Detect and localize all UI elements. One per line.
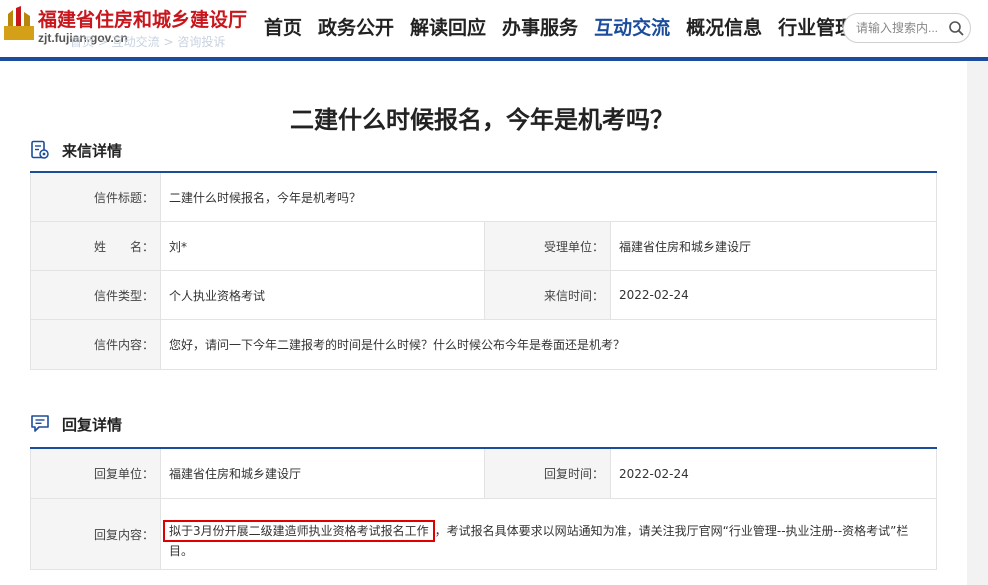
dept-label: 受理单位：	[484, 222, 611, 270]
table-row: 信件类型： 个人执业资格考试 来信时间： 2022-02-24	[30, 271, 937, 320]
letter-details-table: 信件标题： 二建什么时候报名，今年是机考吗？ 姓 名： 刘* 受理单位： 福建省…	[30, 171, 937, 370]
content-label: 信件内容：	[31, 320, 161, 369]
reply-highlight: 拟于3月份开展二级建造师执业资格考试报名工作	[163, 520, 435, 542]
nav-item-gov-affairs[interactable]: 政务公开	[310, 14, 402, 42]
main-nav: 首页 政务公开 解读回应 办事服务 互动交流 概况信息 行业管理	[256, 14, 862, 42]
table-row: 回复内容： 拟于3月份开展二级建造师执业资格考试报名工作 ，考试报名具体要求以网站…	[30, 499, 937, 570]
table-row: 回复单位： 福建省住房和城乡建设厅 回复时间： 2022-02-24	[30, 449, 937, 499]
site-emblem-icon[interactable]	[4, 6, 34, 40]
table-row: 姓 名： 刘* 受理单位： 福建省住房和城乡建设厅	[30, 222, 937, 271]
letter-date-label: 来信时间：	[484, 271, 611, 319]
search-icon[interactable]	[948, 20, 964, 36]
nav-item-services[interactable]: 办事服务	[494, 14, 586, 42]
site-title[interactable]: 福建省住房和城乡建设厅	[38, 5, 247, 32]
nav-item-interaction[interactable]: 互动交流	[586, 14, 678, 42]
page-side-shade	[967, 61, 988, 585]
search-input[interactable]	[856, 19, 946, 37]
dept-value: 福建省住房和城乡建设厅	[619, 239, 752, 254]
reply-date-label: 回复时间：	[484, 449, 611, 498]
reply-section-header: 回复详情	[30, 411, 122, 437]
nav-item-interpretation[interactable]: 解读回应	[402, 14, 494, 42]
subject-label: 信件标题：	[31, 173, 161, 221]
page-title: 二建什么时候报名，今年是机考吗？	[290, 106, 674, 134]
reply-text: 拟于3月份开展二级建造师执业资格考试报名工作 ，考试报名具体要求以网站通知为准，请…	[163, 507, 928, 561]
chat-reply-icon	[31, 415, 49, 432]
reply-section-title: 回复详情	[62, 415, 123, 434]
breadcrumb[interactable]: 首页 > 互动交流 > 咨询投诉	[70, 33, 225, 50]
letter-section-header: 来信详情	[30, 137, 122, 163]
type-value: 个人执业资格考试	[169, 288, 266, 303]
header-divider	[0, 57, 988, 61]
site-header: 福建省住房和城乡建设厅 zjt.fujian.gov.cn 首页 政务公开 解读…	[0, 0, 988, 58]
reply-content-label: 回复内容：	[31, 499, 161, 569]
name-label: 姓 名：	[31, 222, 161, 270]
reply-unit-value: 福建省住房和城乡建设厅	[169, 467, 302, 481]
letter-date-value: 2022-02-24	[619, 288, 689, 302]
reply-unit-label: 回复单位：	[31, 449, 161, 498]
letter-section-title: 来信详情	[62, 141, 123, 160]
search-box	[843, 13, 971, 43]
nav-item-overview[interactable]: 概况信息	[678, 14, 770, 42]
table-row: 信件内容： 您好，请问一下今年二建报考的时间是什么时候？什么时候公布今年是卷面还…	[30, 320, 937, 370]
type-label: 信件类型：	[31, 271, 161, 319]
subject-value: 二建什么时候报名，今年是机考吗？	[169, 190, 362, 205]
content-value: 您好，请问一下今年二建报考的时间是什么时候？什么时候公布今年是卷面还是机考？	[169, 338, 626, 352]
reply-details-table: 回复单位： 福建省住房和城乡建设厅 回复时间： 2022-02-24 回复内容：…	[30, 447, 937, 570]
name-value: 刘*	[169, 239, 188, 254]
table-row: 信件标题： 二建什么时候报名，今年是机考吗？	[30, 173, 937, 222]
reply-content-value: 拟于3月份开展二级建造师执业资格考试报名工作 ，考试报名具体要求以网站通知为准，请…	[161, 499, 936, 569]
reply-date-value: 2022-02-24	[619, 466, 689, 481]
document-icon	[31, 140, 49, 159]
nav-item-home[interactable]: 首页	[256, 14, 310, 42]
